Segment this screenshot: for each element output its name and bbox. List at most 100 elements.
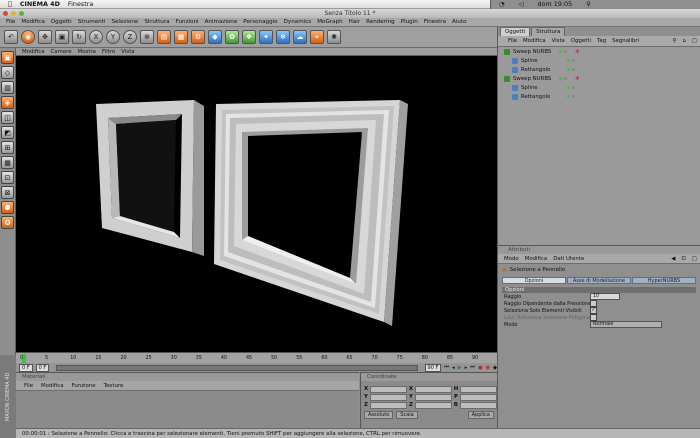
tab-asse-modellazione[interactable]: Asse di Modellazione — [567, 277, 631, 284]
coordinate-mode-select[interactable]: Assoluto — [364, 411, 394, 419]
viewport-menu-mostra[interactable]: Mostra — [78, 49, 96, 55]
polygons-mode-icon[interactable]: ◩ — [1, 126, 14, 139]
tab-oggetti[interactable]: Oggetti — [500, 27, 531, 36]
radius-field[interactable]: 10 — [590, 293, 620, 300]
edges-mode-icon[interactable]: ◫ — [1, 111, 14, 124]
model-mode-icon[interactable]: ▣ — [1, 51, 14, 64]
rot-b-field[interactable] — [459, 401, 497, 409]
size-x-field[interactable] — [415, 385, 452, 393]
record-icon[interactable]: ● — [478, 365, 483, 371]
lock-icon[interactable]: ⊡ — [681, 256, 686, 262]
back-arrow-icon[interactable]: ◀ — [671, 256, 675, 262]
tree-row[interactable]: Sweep NURBS ✚ — [498, 74, 700, 83]
axis-x-button[interactable]: X — [89, 30, 103, 44]
home-icon[interactable]: ⌂ — [682, 38, 685, 44]
axis-z-button[interactable]: Z — [123, 30, 137, 44]
menu-file[interactable]: File — [6, 19, 15, 25]
tree-row[interactable]: Rettangolo — [498, 92, 700, 101]
attr-menu-modifica[interactable]: Modifica — [525, 256, 548, 262]
coordinate-system-icon[interactable]: ⊕ — [140, 30, 154, 44]
search-icon[interactable]: ⚲ — [586, 0, 591, 8]
tweak-mode-icon[interactable]: ⊠ — [1, 186, 14, 199]
tree-row[interactable]: Sweep NURBS ✚ — [498, 47, 700, 56]
goto-end-icon[interactable]: ⏭ — [470, 364, 475, 371]
apple-icon[interactable]:  — [8, 0, 12, 8]
menu-modifica[interactable]: Modifica — [21, 19, 44, 25]
array-icon[interactable]: ❖ — [242, 30, 256, 44]
undo-icon[interactable]: ↶ — [4, 30, 18, 44]
wifi-icon[interactable]: ◔ — [499, 0, 505, 8]
nurbs-icon[interactable]: ✿ — [225, 30, 239, 44]
new-window-icon[interactable]: ▢ — [692, 38, 700, 44]
menu-personaggio[interactable]: Personaggio — [243, 19, 277, 25]
menu-selezione[interactable]: Selezione — [111, 19, 138, 25]
minimize-icon[interactable] — [11, 11, 16, 16]
menu-rendering[interactable]: Rendering — [366, 19, 395, 25]
tree-row[interactable]: Spline — [498, 83, 700, 92]
materials-menu-texture[interactable]: Texture — [104, 383, 124, 389]
clock[interactable]: dom 19:05 — [538, 0, 573, 8]
camera-icon[interactable]: ⌖ — [310, 30, 324, 44]
live-selection-icon[interactable]: ◉ — [21, 30, 35, 44]
search-icon[interactable]: ⚲ — [673, 38, 677, 44]
preview-range-slider[interactable] — [56, 364, 418, 371]
mode-select[interactable]: Normale — [590, 321, 662, 328]
obj-menu-vista[interactable]: Vista — [552, 38, 565, 44]
start-frame-field[interactable]: 0 F — [35, 363, 50, 372]
radius-pressure-checkbox[interactable] — [590, 300, 597, 307]
scale-icon[interactable]: ▣ — [55, 30, 69, 44]
viewport-menu-camere[interactable]: Camere — [51, 49, 72, 55]
menu-funzioni[interactable]: Funzioni — [176, 19, 199, 25]
obj-menu-segnalibri[interactable]: Segnalibri — [612, 38, 639, 44]
render-settings-icon[interactable]: ⚙ — [191, 30, 205, 44]
window-menu[interactable]: Finestra — [68, 0, 93, 8]
materials-menu-modifica[interactable]: Modifica — [41, 383, 64, 389]
menu-hair[interactable]: Hair — [349, 19, 361, 25]
move-icon[interactable]: ✥ — [38, 30, 52, 44]
snap-icon[interactable]: ⊞ — [1, 141, 14, 154]
tab-struttura[interactable]: Struttura — [531, 27, 566, 36]
cube-icon[interactable]: ◆ — [208, 30, 222, 44]
play-icon[interactable]: ▶ — [458, 365, 462, 371]
zoom-icon[interactable] — [19, 11, 24, 16]
tolerance-checkbox[interactable] — [590, 314, 597, 321]
axis-y-button[interactable]: Y — [106, 30, 120, 44]
rot-h-field[interactable] — [460, 385, 497, 393]
attr-menu-dati-utente[interactable]: Dati Utente — [553, 256, 584, 262]
autokey-icon[interactable]: ◉ — [485, 365, 490, 371]
step-forward-icon[interactable]: ▸ — [465, 365, 468, 371]
goto-start-icon[interactable]: ⏮ — [444, 364, 449, 371]
menu-struttura[interactable]: Struttura — [144, 19, 169, 25]
3d-viewport[interactable] — [16, 56, 497, 352]
menu-finestra[interactable]: Finestra — [424, 19, 446, 25]
current-frame-field[interactable]: 0 F — [19, 363, 33, 372]
size-y-field[interactable] — [414, 393, 452, 401]
obj-menu-modifica[interactable]: Modifica — [523, 38, 546, 44]
tab-hypernurbs[interactable]: HyperNURBS — [632, 277, 696, 284]
render-view-icon[interactable]: ▤ — [157, 30, 171, 44]
texture-mode-icon[interactable]: ▥ — [1, 81, 14, 94]
menu-oggetti[interactable]: Oggetti — [51, 19, 72, 25]
obj-menu-tag[interactable]: Tag — [597, 38, 606, 44]
menu-dynamics[interactable]: Dynamics — [284, 19, 312, 25]
new-window-icon[interactable]: ▢ — [692, 256, 700, 262]
deformer-icon[interactable]: ✦ — [259, 30, 273, 44]
rotate-icon[interactable]: ↻ — [72, 30, 86, 44]
apply-button[interactable]: Applica — [467, 411, 494, 419]
light-icon[interactable]: ✺ — [327, 30, 341, 44]
viewport-menu-modifica[interactable]: Modifica — [22, 49, 45, 55]
tree-row[interactable]: Spline — [498, 56, 700, 65]
menu-mograph[interactable]: MoGraph — [317, 19, 342, 25]
size-mode-select[interactable]: Scala — [396, 411, 418, 419]
render-picture-viewer-icon[interactable]: ▦ — [174, 30, 188, 44]
tab-opzioni[interactable]: Opzioni — [502, 277, 566, 284]
visible-only-checkbox[interactable]: ✓ — [590, 307, 597, 314]
viewport-menu-filtro[interactable]: Filtro — [102, 49, 115, 55]
menu-animazione[interactable]: Animazione — [205, 19, 238, 25]
pos-y-field[interactable] — [369, 393, 407, 401]
app-menu[interactable]: CINEMA 4D — [20, 0, 60, 8]
object-manager-list[interactable]: Sweep NURBS ✚ Spline Rettangolo Sweep NUR… — [498, 47, 700, 246]
workplane-icon[interactable]: ▦ — [1, 156, 14, 169]
materials-menu-file[interactable]: File — [24, 383, 33, 389]
tree-row[interactable]: Rettangolo — [498, 65, 700, 74]
